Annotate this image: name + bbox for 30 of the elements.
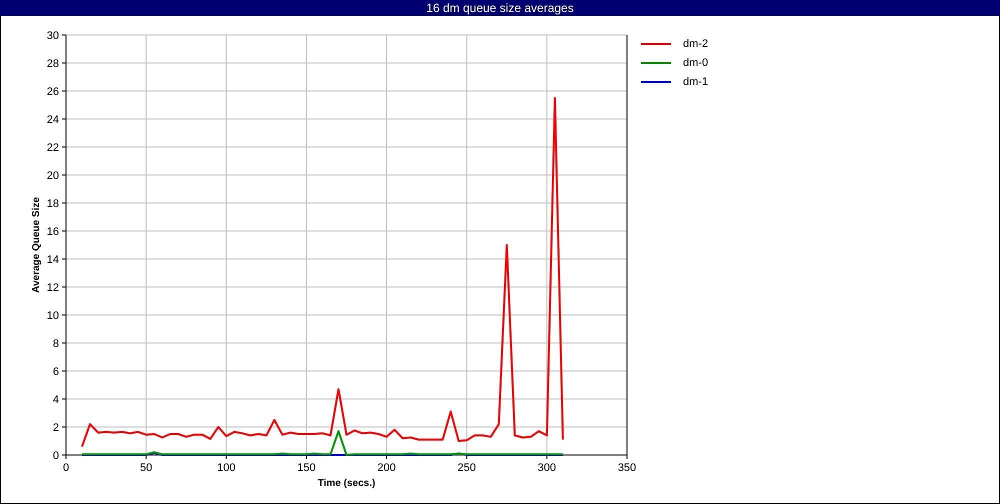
x-tick-label: 100 — [217, 462, 236, 474]
x-tick-label: 150 — [297, 462, 316, 474]
x-tick-label: 0 — [62, 462, 70, 474]
y-axis-title: Average Queue Size — [31, 197, 42, 293]
chart-title: 16 dm queue size averages — [426, 0, 574, 16]
x-tick-label: 300 — [538, 462, 556, 474]
y-tick-label: 12 — [46, 282, 59, 294]
x-tick-label: 250 — [458, 462, 476, 474]
y-tick-label: 2 — [52, 422, 59, 434]
x-axis-title: Time (secs.) — [318, 478, 376, 489]
y-tick-label: 24 — [46, 114, 59, 126]
y-tick-label: 22 — [46, 142, 59, 154]
y-tick-label: 10 — [46, 310, 59, 322]
y-tick-label: 26 — [46, 86, 59, 98]
y-tick-label: 30 — [46, 30, 59, 42]
x-tick-label: 350 — [618, 462, 636, 474]
legend-label: dm-0 — [683, 56, 708, 71]
y-tick-label: 28 — [46, 58, 59, 70]
y-tick-label: 6 — [52, 366, 59, 378]
legend-label: dm-1 — [683, 74, 708, 90]
y-tick-label: 4 — [52, 394, 59, 406]
legend-label: dm-2 — [683, 36, 708, 52]
y-tick-label: 8 — [52, 338, 59, 350]
x-tick-label: 50 — [140, 462, 152, 474]
y-tick-label: 0 — [52, 450, 59, 462]
y-tick-label: 14 — [46, 254, 59, 266]
x-tick-label: 200 — [377, 462, 396, 474]
y-tick-label: 16 — [46, 226, 59, 238]
y-tick-label: 18 — [46, 198, 59, 210]
y-tick-label: 20 — [46, 170, 59, 182]
